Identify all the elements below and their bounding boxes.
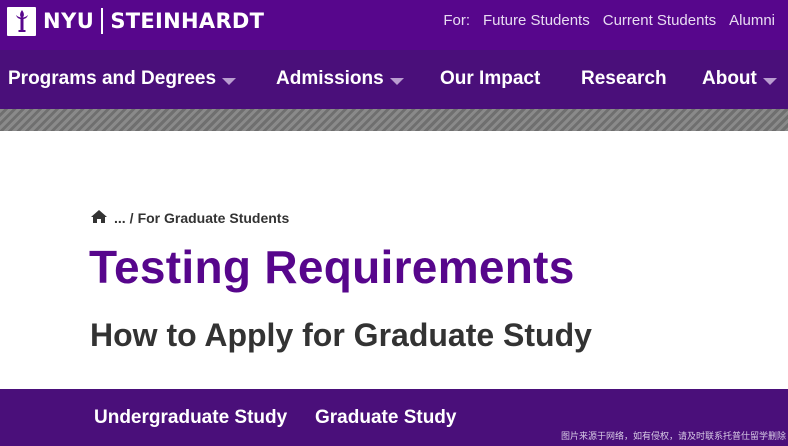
audience-link-current-students[interactable]: Current Students	[603, 12, 716, 29]
audience-nav: For: Future Students Current Students Al…	[443, 12, 775, 29]
breadcrumb-ellipsis[interactable]: ...	[114, 210, 126, 226]
chevron-down-icon	[762, 77, 777, 85]
page-title: Testing Requirements	[89, 241, 575, 293]
nyu-steinhardt-logo[interactable]: NYU STEINHARDT	[7, 6, 264, 36]
nav-item-label: Admissions	[276, 68, 384, 89]
breadcrumb-separator: /	[129, 210, 134, 226]
watermark-text: 图片来源于网络，如有侵权，请及时联系托普仕留学删除	[560, 431, 786, 441]
logo-nyu-text: NYU	[43, 9, 95, 33]
chevron-down-icon	[222, 77, 237, 85]
nav-item-programs-and-degrees[interactable]: Programs and Degrees	[8, 68, 237, 90]
chevron-down-icon	[389, 77, 404, 85]
audience-link-alumni[interactable]: Alumni	[729, 12, 775, 29]
main-nav: Programs and Degrees Admissions Our Impa…	[0, 50, 788, 109]
logo-school-text: STEINHARDT	[110, 9, 265, 33]
subnav-graduate-study[interactable]: Graduate Study	[315, 407, 456, 429]
audience-label: For:	[443, 12, 470, 29]
nav-item-label: Programs and Degrees	[8, 68, 217, 89]
breadcrumb-current[interactable]: For Graduate Students	[138, 210, 290, 226]
section-sub-nav: Undergraduate Study Graduate Study 图片来源于…	[0, 389, 788, 446]
logo-divider	[101, 8, 104, 34]
nav-item-our-impact[interactable]: Our Impact	[440, 68, 540, 90]
top-bar: NYU STEINHARDT For: Future Students Curr…	[0, 0, 788, 50]
page-subtitle: How to Apply for Graduate Study	[90, 317, 592, 353]
home-icon[interactable]	[90, 209, 108, 227]
breadcrumb: ... / For Graduate Students	[90, 209, 293, 227]
nav-item-label: Research	[581, 68, 667, 89]
nav-item-about[interactable]: About	[702, 68, 777, 90]
nav-item-label: About	[702, 68, 757, 89]
decorative-stripe	[0, 109, 788, 131]
subnav-undergraduate-study[interactable]: Undergraduate Study	[94, 407, 287, 429]
nav-item-label: Our Impact	[440, 68, 541, 89]
nav-item-research[interactable]: Research	[581, 68, 667, 90]
nyu-torch-icon	[7, 6, 36, 36]
nav-item-admissions[interactable]: Admissions	[276, 68, 404, 90]
audience-link-future-students[interactable]: Future Students	[483, 12, 590, 29]
